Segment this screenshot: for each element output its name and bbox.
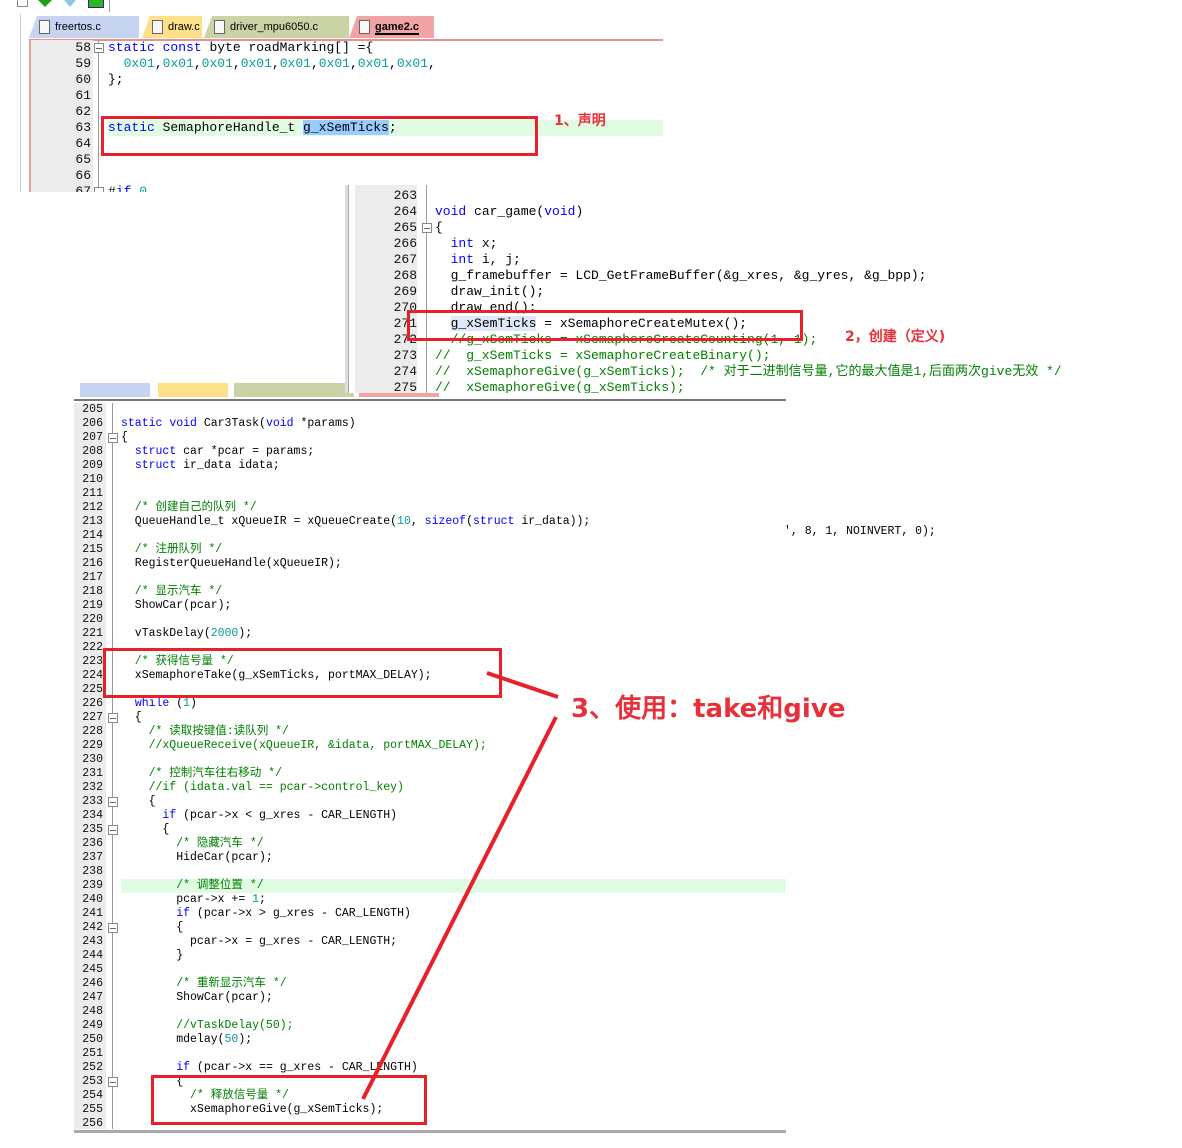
arrow-to-take: [486, 671, 559, 699]
arrow-to-give: [361, 716, 558, 1100]
annotation-arrows: [361, 671, 559, 1100]
